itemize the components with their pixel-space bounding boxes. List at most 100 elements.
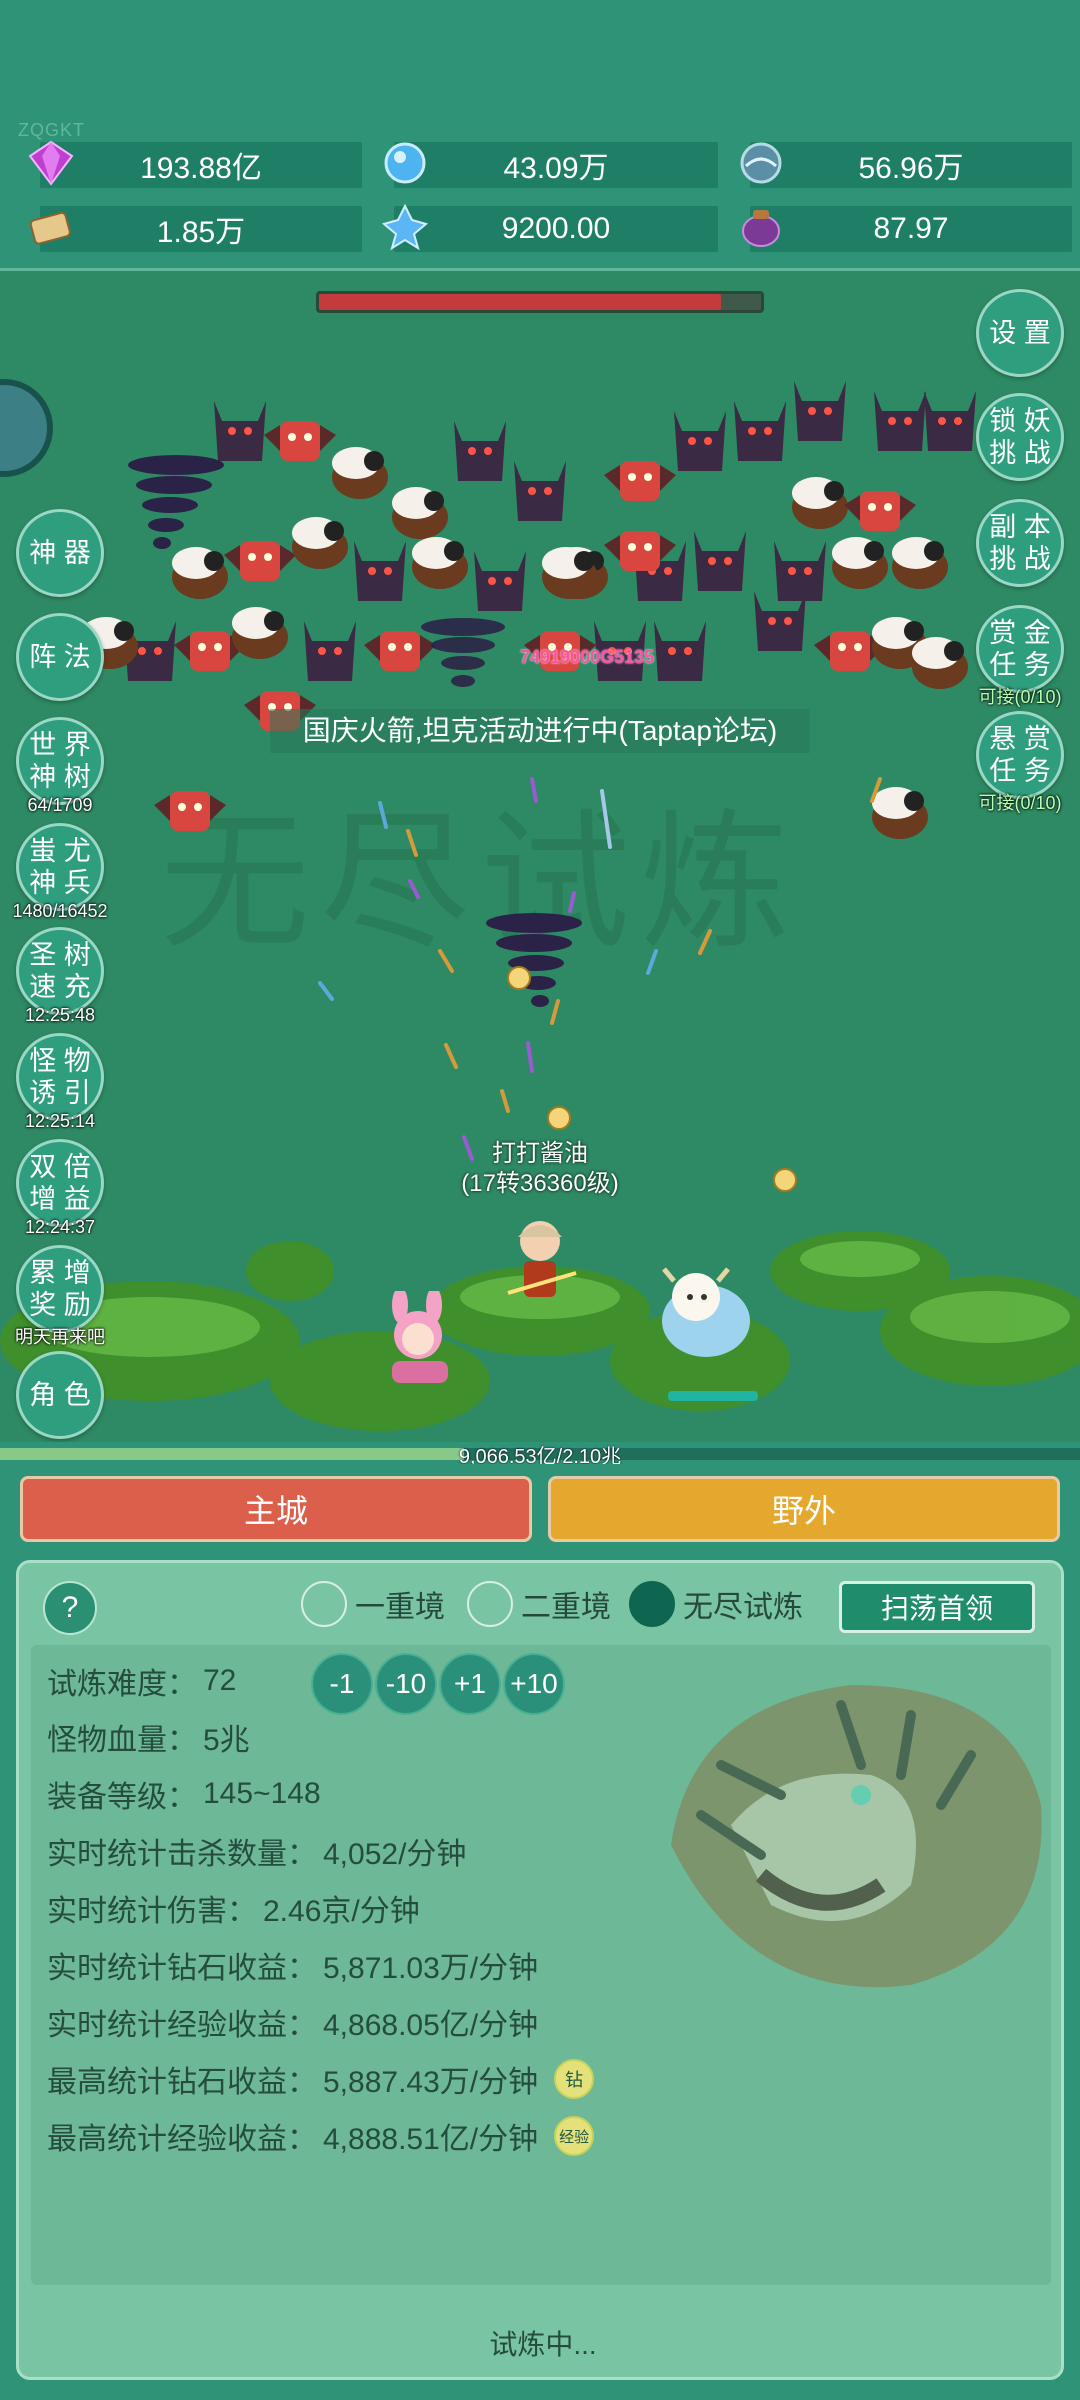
mode-label-2: 二重境: [521, 1591, 611, 1624]
stat-label: 最高统计经验收益：: [47, 2123, 317, 2156]
experience-bar: 9,066.53亿/2.10兆: [0, 1442, 1080, 1468]
stat-label: 实时统计伤害：: [47, 1895, 257, 1928]
side-button-label: 副 本 挑 战: [989, 512, 1051, 574]
side-button-sub-shengshu: 12:25:48: [24, 1005, 96, 1025]
blue-diamond-icon: [384, 142, 426, 184]
side-button-label: 怪 物 诱 引: [29, 1046, 91, 1108]
stat-value: 4,052/分钟: [323, 1838, 467, 1871]
side-button-leizeng[interactable]: 累 增 奖 励: [16, 1245, 104, 1333]
sweep-boss-button[interactable]: 扫荡首领: [839, 1581, 1035, 1633]
side-button-shezhi[interactable]: 设 置: [976, 289, 1064, 377]
side-button-label: 世 界 神 树: [29, 730, 91, 792]
side-button-label: 锁 妖 挑 战: [989, 406, 1051, 468]
stat-best-exp-income: 最高统计经验收益： 4,888.51亿/分钟 经验: [47, 2114, 595, 2158]
scroll-book-icon: [29, 211, 71, 245]
trial-panel: ? 一重境 二重境 无尽试炼 扫荡首领 试炼难度： 72 -1 -10 +1 +…: [16, 1560, 1064, 2380]
side-button-sub-xuanshang: 可接(0/10): [978, 793, 1062, 813]
flying-swords: [318, 777, 882, 1161]
resource-gems: 193.88亿: [28, 140, 362, 188]
stat-value: 2.46京/分钟: [263, 1895, 420, 1928]
side-button-shengshu[interactable]: 圣 树 速 充: [16, 927, 104, 1015]
side-button-label: 阵 法: [29, 642, 91, 672]
stat-value: 5,887.43万/分钟: [323, 2066, 539, 2099]
side-button-label: 累 增 奖 励: [29, 1258, 91, 1320]
resource-ice: 9200.00: [381, 203, 718, 252]
tab-wild[interactable]: 野外: [548, 1476, 1060, 1542]
resource-ice-value: 9200.00: [501, 212, 611, 245]
side-button-label: 设 置: [989, 318, 1051, 348]
diamond-badge-icon[interactable]: 钻: [554, 2059, 595, 2099]
stat-label: 装备等级：: [47, 1781, 197, 1814]
mode-radio-1[interactable]: 一重境: [301, 1581, 445, 1627]
side-button-guaiwu[interactable]: 怪 物 诱 引: [16, 1033, 104, 1121]
resource-diamond-value: 43.09万: [503, 152, 609, 185]
difficulty-minus-10-button[interactable]: -10: [375, 1653, 437, 1715]
stat-monster-hp: 怪物血量： 5兆: [47, 1715, 250, 1759]
resource-orb-value: 56.96万: [858, 152, 964, 185]
difficulty-plus-10-button[interactable]: +10: [503, 1653, 565, 1715]
difficulty-minus-1-button[interactable]: -1: [311, 1653, 373, 1715]
ice-crystal-icon: [381, 203, 429, 251]
mode-label-3: 无尽试炼: [683, 1591, 803, 1624]
side-button-shijie[interactable]: 世 界 神 树: [16, 717, 104, 805]
resource-scroll-value: 1.85万: [156, 216, 246, 249]
stat-label: 实时统计经验收益：: [47, 2009, 317, 2042]
side-button-shangjin[interactable]: 赏 金 任 务: [976, 605, 1064, 693]
stat-equip-level: 装备等级： 145~148: [47, 1772, 321, 1816]
side-button-label: 神 器: [29, 538, 91, 568]
stat-value: 145~148: [203, 1777, 321, 1810]
stat-label: 实时统计钻石收益：: [47, 1952, 317, 1985]
side-button-sub-chiyou: 1480/16452: [12, 901, 108, 921]
side-button-label: 蚩 尤 神 兵: [29, 836, 91, 898]
side-button-sub-shangjin: 可接(0/10): [978, 687, 1062, 707]
world-boss-portrait[interactable]: [0, 373, 54, 483]
side-button-shenqi[interactable]: 神 器: [16, 509, 104, 597]
resource-pouch-value: 87.97: [873, 212, 949, 245]
bottom-panel: 主城 野外 ? 一重境 二重境 无尽试炼 扫荡首领 试炼难度： 72 -1 -1…: [0, 1464, 1080, 2400]
stat-diamond-income: 实时统计钻石收益： 5,871.03万/分钟: [47, 1943, 538, 1987]
mode-radio-3[interactable]: 无尽试炼: [629, 1581, 803, 1627]
radio-indicator-1: [301, 1581, 347, 1627]
resource-pouch: 87.97: [742, 206, 1072, 252]
resource-orb: 56.96万: [740, 142, 1072, 188]
trial-stats: 试炼难度： 72 -1 -10 +1 +10 怪物血量： 5兆 装备等级： 14…: [31, 1645, 1051, 2285]
tab-main-city[interactable]: 主城: [20, 1476, 532, 1542]
mode-radio-2[interactable]: 二重境: [467, 1581, 611, 1627]
stat-damage: 实时统计伤害： 2.46京/分钟: [47, 1886, 420, 1930]
stat-difficulty: 试炼难度： 72: [47, 1659, 236, 1703]
help-button[interactable]: ?: [43, 1581, 97, 1635]
resource-bar: ZQGKT 193.88亿 43.09万 56.96万 1.85万 9200.0…: [0, 0, 1080, 268]
stat-best-diamond-income: 最高统计钻石收益： 5,887.43万/分钟 钻: [47, 2057, 595, 2101]
side-button-zhenfa[interactable]: 阵 法: [16, 613, 104, 701]
side-button-sub-leizeng: 明天再来吧: [15, 1327, 105, 1347]
side-button-xuanshang[interactable]: 悬 赏 任 务: [976, 711, 1064, 799]
stat-label: 最高统计钻石收益：: [47, 2066, 317, 2099]
resource-gems-value: 193.88亿: [140, 152, 262, 185]
side-button-suoyao[interactable]: 锁 妖 挑 战: [976, 393, 1064, 481]
radio-indicator-3: [629, 1581, 675, 1627]
stat-value: 5,871.03万/分钟: [323, 1952, 539, 1985]
stat-value: 4,888.51亿/分钟: [323, 2123, 539, 2156]
side-button-shuangbei[interactable]: 双 倍 增 益: [16, 1139, 104, 1227]
stat-value: 72: [203, 1664, 237, 1697]
side-button-juese[interactable]: 角 色: [16, 1351, 104, 1439]
crystal-orb-icon: [740, 142, 782, 184]
side-button-label: 圣 树 速 充: [29, 940, 91, 1002]
stat-value: 4,868.05亿/分钟: [323, 2009, 539, 2042]
side-button-sub-guaiwu: 12:25:14: [24, 1111, 96, 1131]
radio-indicator-2: [467, 1581, 513, 1627]
resource-diamond: 43.09万: [384, 142, 718, 188]
side-button-fuben[interactable]: 副 本 挑 战: [976, 499, 1064, 587]
side-button-label: 双 倍 增 益: [29, 1152, 91, 1214]
stat-value: 5兆: [203, 1724, 250, 1757]
side-button-label: 赏 金 任 务: [989, 618, 1051, 680]
mode-label-1: 一重境: [355, 1591, 445, 1624]
side-button-label: 角 色: [29, 1380, 91, 1410]
difficulty-plus-1-button[interactable]: +1: [439, 1653, 501, 1715]
exp-badge-icon[interactable]: 经验: [554, 2116, 595, 2156]
stat-label: 试炼难度：: [47, 1668, 197, 1701]
side-button-chiyou[interactable]: 蚩 尤 神 兵: [16, 823, 104, 911]
resource-scroll: 1.85万: [29, 206, 362, 252]
stat-label: 怪物血量：: [47, 1724, 197, 1757]
battle-field: 无尽试炼 国庆火箭,坦克活动进行中(Taptap论坛) 74919000G513…: [0, 268, 1080, 1448]
